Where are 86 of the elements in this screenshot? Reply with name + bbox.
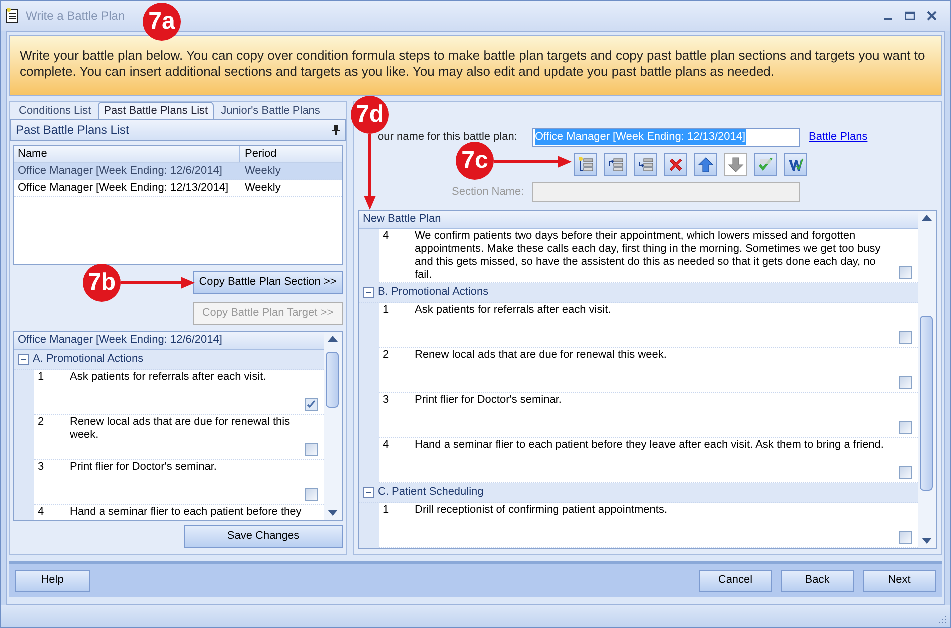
- pane-title: Past Battle Plans List: [16, 122, 130, 139]
- checkbox[interactable]: [305, 443, 318, 456]
- toolbar-button[interactable]: [784, 153, 807, 176]
- target-text: Print flier for Doctor's seminar.: [415, 393, 562, 408]
- toolbar-button[interactable]: [574, 153, 597, 176]
- plan-name: Office Manager [Week Ending: 12/6/2014]: [17, 164, 224, 179]
- plan-row[interactable]: Office Manager [Week Ending: 12/13/2014] Weekly: [14, 180, 342, 197]
- target-number: 1: [382, 303, 390, 318]
- plan-period: Weekly: [244, 181, 281, 196]
- target-text: Ask patients for referrals after each visit.: [415, 303, 612, 318]
- preview-header: Office Manager [Week Ending: 12/6/2014]: [14, 332, 324, 350]
- collapse-icon[interactable]: [18, 354, 29, 365]
- add-rows-icon: [578, 156, 594, 172]
- section-title: A. Promotional Actions: [33, 352, 144, 368]
- target-number: 1: [382, 503, 390, 518]
- close-icon[interactable]: [927, 11, 937, 21]
- target-text: Ask patients for referrals after each visit.: [70, 370, 266, 385]
- plan-row[interactable]: Office Manager [Week Ending: 12/6/2014] Weekly: [14, 163, 342, 180]
- toolbar-button[interactable]: [604, 153, 627, 176]
- toolbar-button[interactable]: [694, 153, 717, 176]
- target-number: 2: [382, 348, 390, 363]
- checkbox[interactable]: [899, 421, 912, 434]
- toolbar-button[interactable]: [664, 153, 687, 176]
- plan-period: Weekly: [244, 164, 281, 179]
- target-number: 4: [37, 505, 46, 520]
- checkbox[interactable]: [305, 398, 318, 411]
- target-number: 3: [382, 393, 390, 408]
- nav-button[interactable]: Back: [781, 570, 854, 592]
- scroll-thumb[interactable]: [326, 352, 339, 408]
- target-number: 4: [382, 438, 390, 453]
- target-number: 4: [382, 229, 390, 244]
- checkbox[interactable]: [899, 531, 912, 544]
- target-text: Hand a seminar flier to each patient before they: [70, 505, 302, 520]
- insert-row-icon: [638, 156, 654, 172]
- scroll-up-icon[interactable]: [922, 215, 932, 221]
- field-label: Section Name:: [452, 184, 526, 200]
- section-title: C. Patient Scheduling: [378, 485, 484, 500]
- save-button[interactable]: Save Changes: [184, 525, 343, 548]
- target-text: We confirm patients two days before their appointment, which lowers missed and forgotten appointments. Make these calls each day, first thing in the morning. Sometimes we get too busy and this gets missed, so have the assistent do this as needed so that it gets done each day, no fail.: [415, 229, 882, 282]
- checkbox[interactable]: [899, 466, 912, 479]
- plan-name: Office Manager [Week Ending: 12/13/2014]: [17, 181, 230, 196]
- pin-icon[interactable]: [332, 125, 340, 135]
- help-button[interactable]: Help: [15, 570, 90, 592]
- target-text: Renew local ads that are due for renewal this week.: [70, 415, 292, 443]
- toolbar-button[interactable]: [634, 153, 657, 176]
- target-text: Renew local ads that are due for renewal this week.: [415, 348, 667, 363]
- collapse-icon[interactable]: [363, 487, 374, 498]
- scrollbar[interactable]: [324, 332, 342, 520]
- scroll-down-icon[interactable]: [922, 538, 932, 544]
- window-title: Write a Battle Plan: [26, 8, 126, 25]
- battle-plans-link[interactable]: Battle Plans: [809, 128, 868, 146]
- up-arrow-icon: [698, 156, 714, 172]
- collapse-icon[interactable]: [363, 287, 374, 298]
- checkbox[interactable]: [899, 266, 912, 279]
- column-header[interactable]: Period: [240, 146, 277, 162]
- checkbox[interactable]: [899, 331, 912, 344]
- target-number: 1: [37, 370, 46, 385]
- scroll-thumb[interactable]: [920, 316, 933, 491]
- target-number: 2: [37, 415, 46, 430]
- target-text: Drill receptionist of confirming patient appointments.: [415, 503, 668, 518]
- nav-button[interactable]: Next: [863, 570, 936, 592]
- column-header[interactable]: Name: [14, 146, 240, 162]
- scroll-up-icon[interactable]: [328, 336, 338, 342]
- resize-grip-icon: [937, 614, 947, 624]
- maximize-icon[interactable]: [905, 11, 915, 21]
- spell-check-icon: [756, 156, 774, 172]
- scrollbar[interactable]: [918, 211, 936, 548]
- word-icon: [788, 156, 804, 172]
- section-title: B. Promotional Actions: [378, 285, 489, 300]
- target-text: Print flier for Doctor's seminar.: [70, 460, 217, 475]
- tab[interactable]: Junior's Battle Plans: [216, 103, 326, 119]
- instructions-banner: Write your battle plan below. You can copy over condition formula steps to make battle plan targets and copy past battle plan sections and targets you want to complete. You can insert additional sections and targets as you like. You may also edit and update you past battle plans as needed.: [9, 35, 942, 96]
- scroll-down-icon[interactable]: [328, 510, 338, 516]
- nav-button[interactable]: Cancel: [699, 570, 772, 592]
- copy-button[interactable]: Copy Battle Plan Section >>: [193, 271, 343, 294]
- down-arrow-icon: [728, 156, 744, 172]
- target-number: 3: [37, 460, 46, 475]
- delete-icon: [668, 156, 684, 172]
- checkbox[interactable]: [899, 376, 912, 389]
- tab[interactable]: Conditions List: [14, 103, 96, 119]
- target-text: Hand a seminar flier to each patient before they leave after each visit. Ask them to bring a friend.: [415, 438, 884, 453]
- tab[interactable]: Past Battle Plans List: [98, 102, 214, 119]
- checkbox[interactable]: [305, 488, 318, 501]
- insert-row-icon: [608, 156, 624, 172]
- document-icon: [6, 8, 20, 24]
- plan-header: New Battle Plan: [359, 211, 918, 229]
